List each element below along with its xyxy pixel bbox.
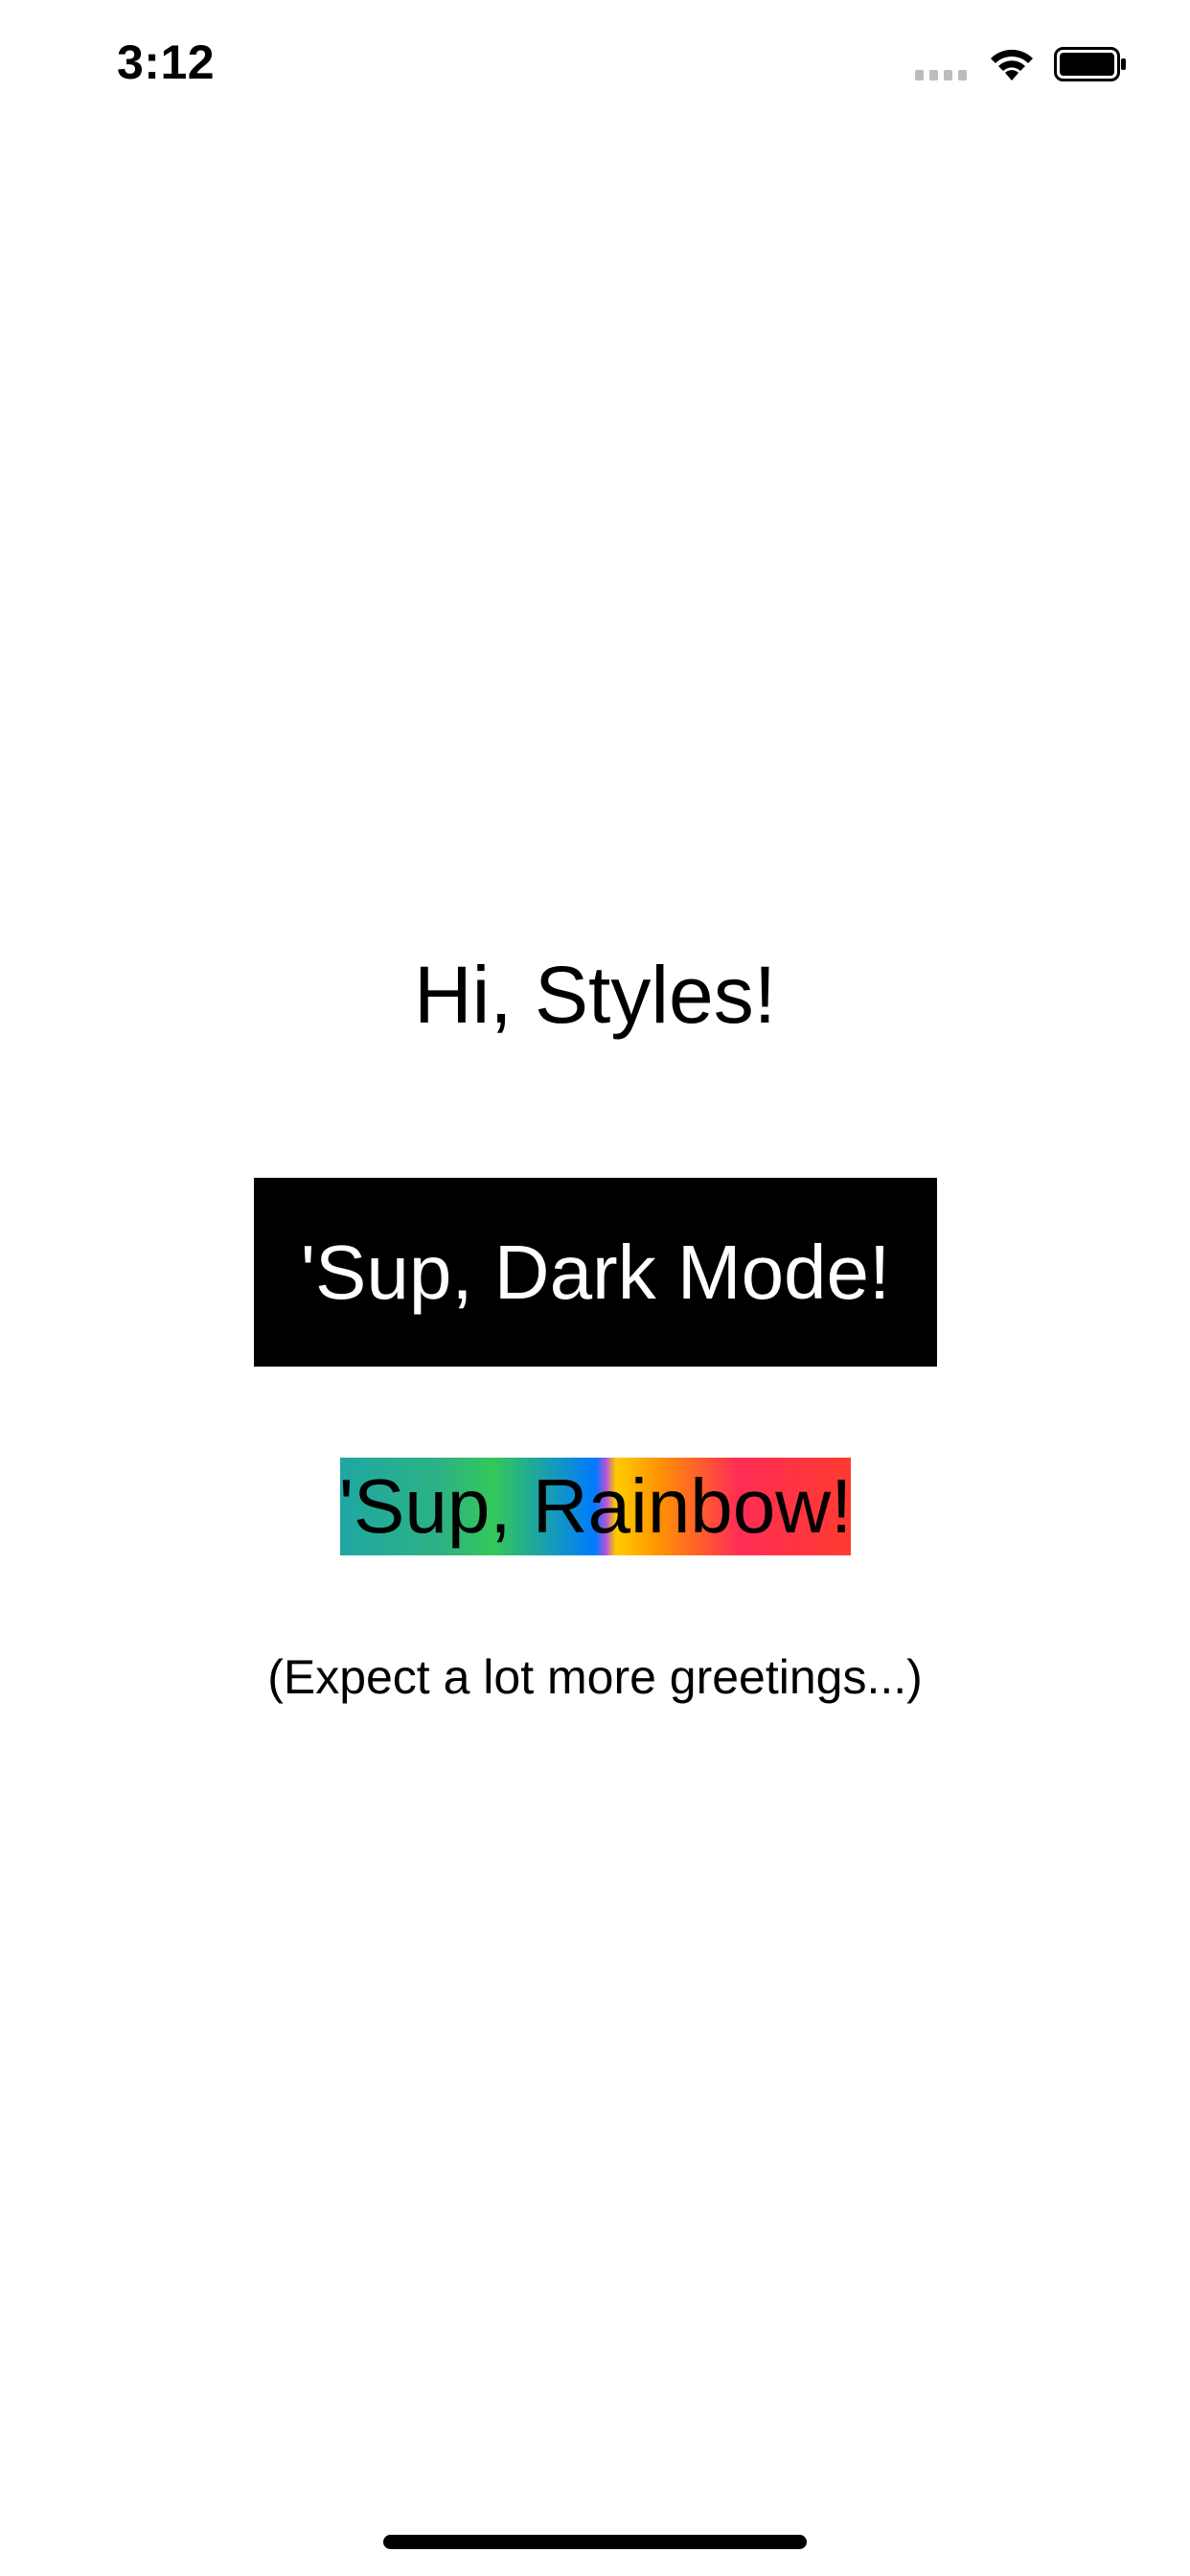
rainbow-button-label: 'Sup, Rainbow! (338, 1463, 853, 1549)
footnote-text: (Expect a lot more greetings...) (267, 1650, 923, 1704)
rainbow-button[interactable]: 'Sup, Rainbow! (338, 1458, 853, 1555)
content-area: Hi, Styles! 'Sup, Dark Mode! 'Sup, Rainb… (0, 0, 1190, 2576)
page-title: Hi, Styles! (413, 950, 777, 1040)
home-indicator[interactable] (383, 2535, 807, 2549)
dark-mode-button[interactable]: 'Sup, Dark Mode! (254, 1178, 937, 1367)
app-screen: 3:12 Hi, Styles! 'Sup, Dark Mode! 'Sup, … (0, 0, 1190, 2576)
dark-mode-button-label: 'Sup, Dark Mode! (300, 1229, 891, 1315)
